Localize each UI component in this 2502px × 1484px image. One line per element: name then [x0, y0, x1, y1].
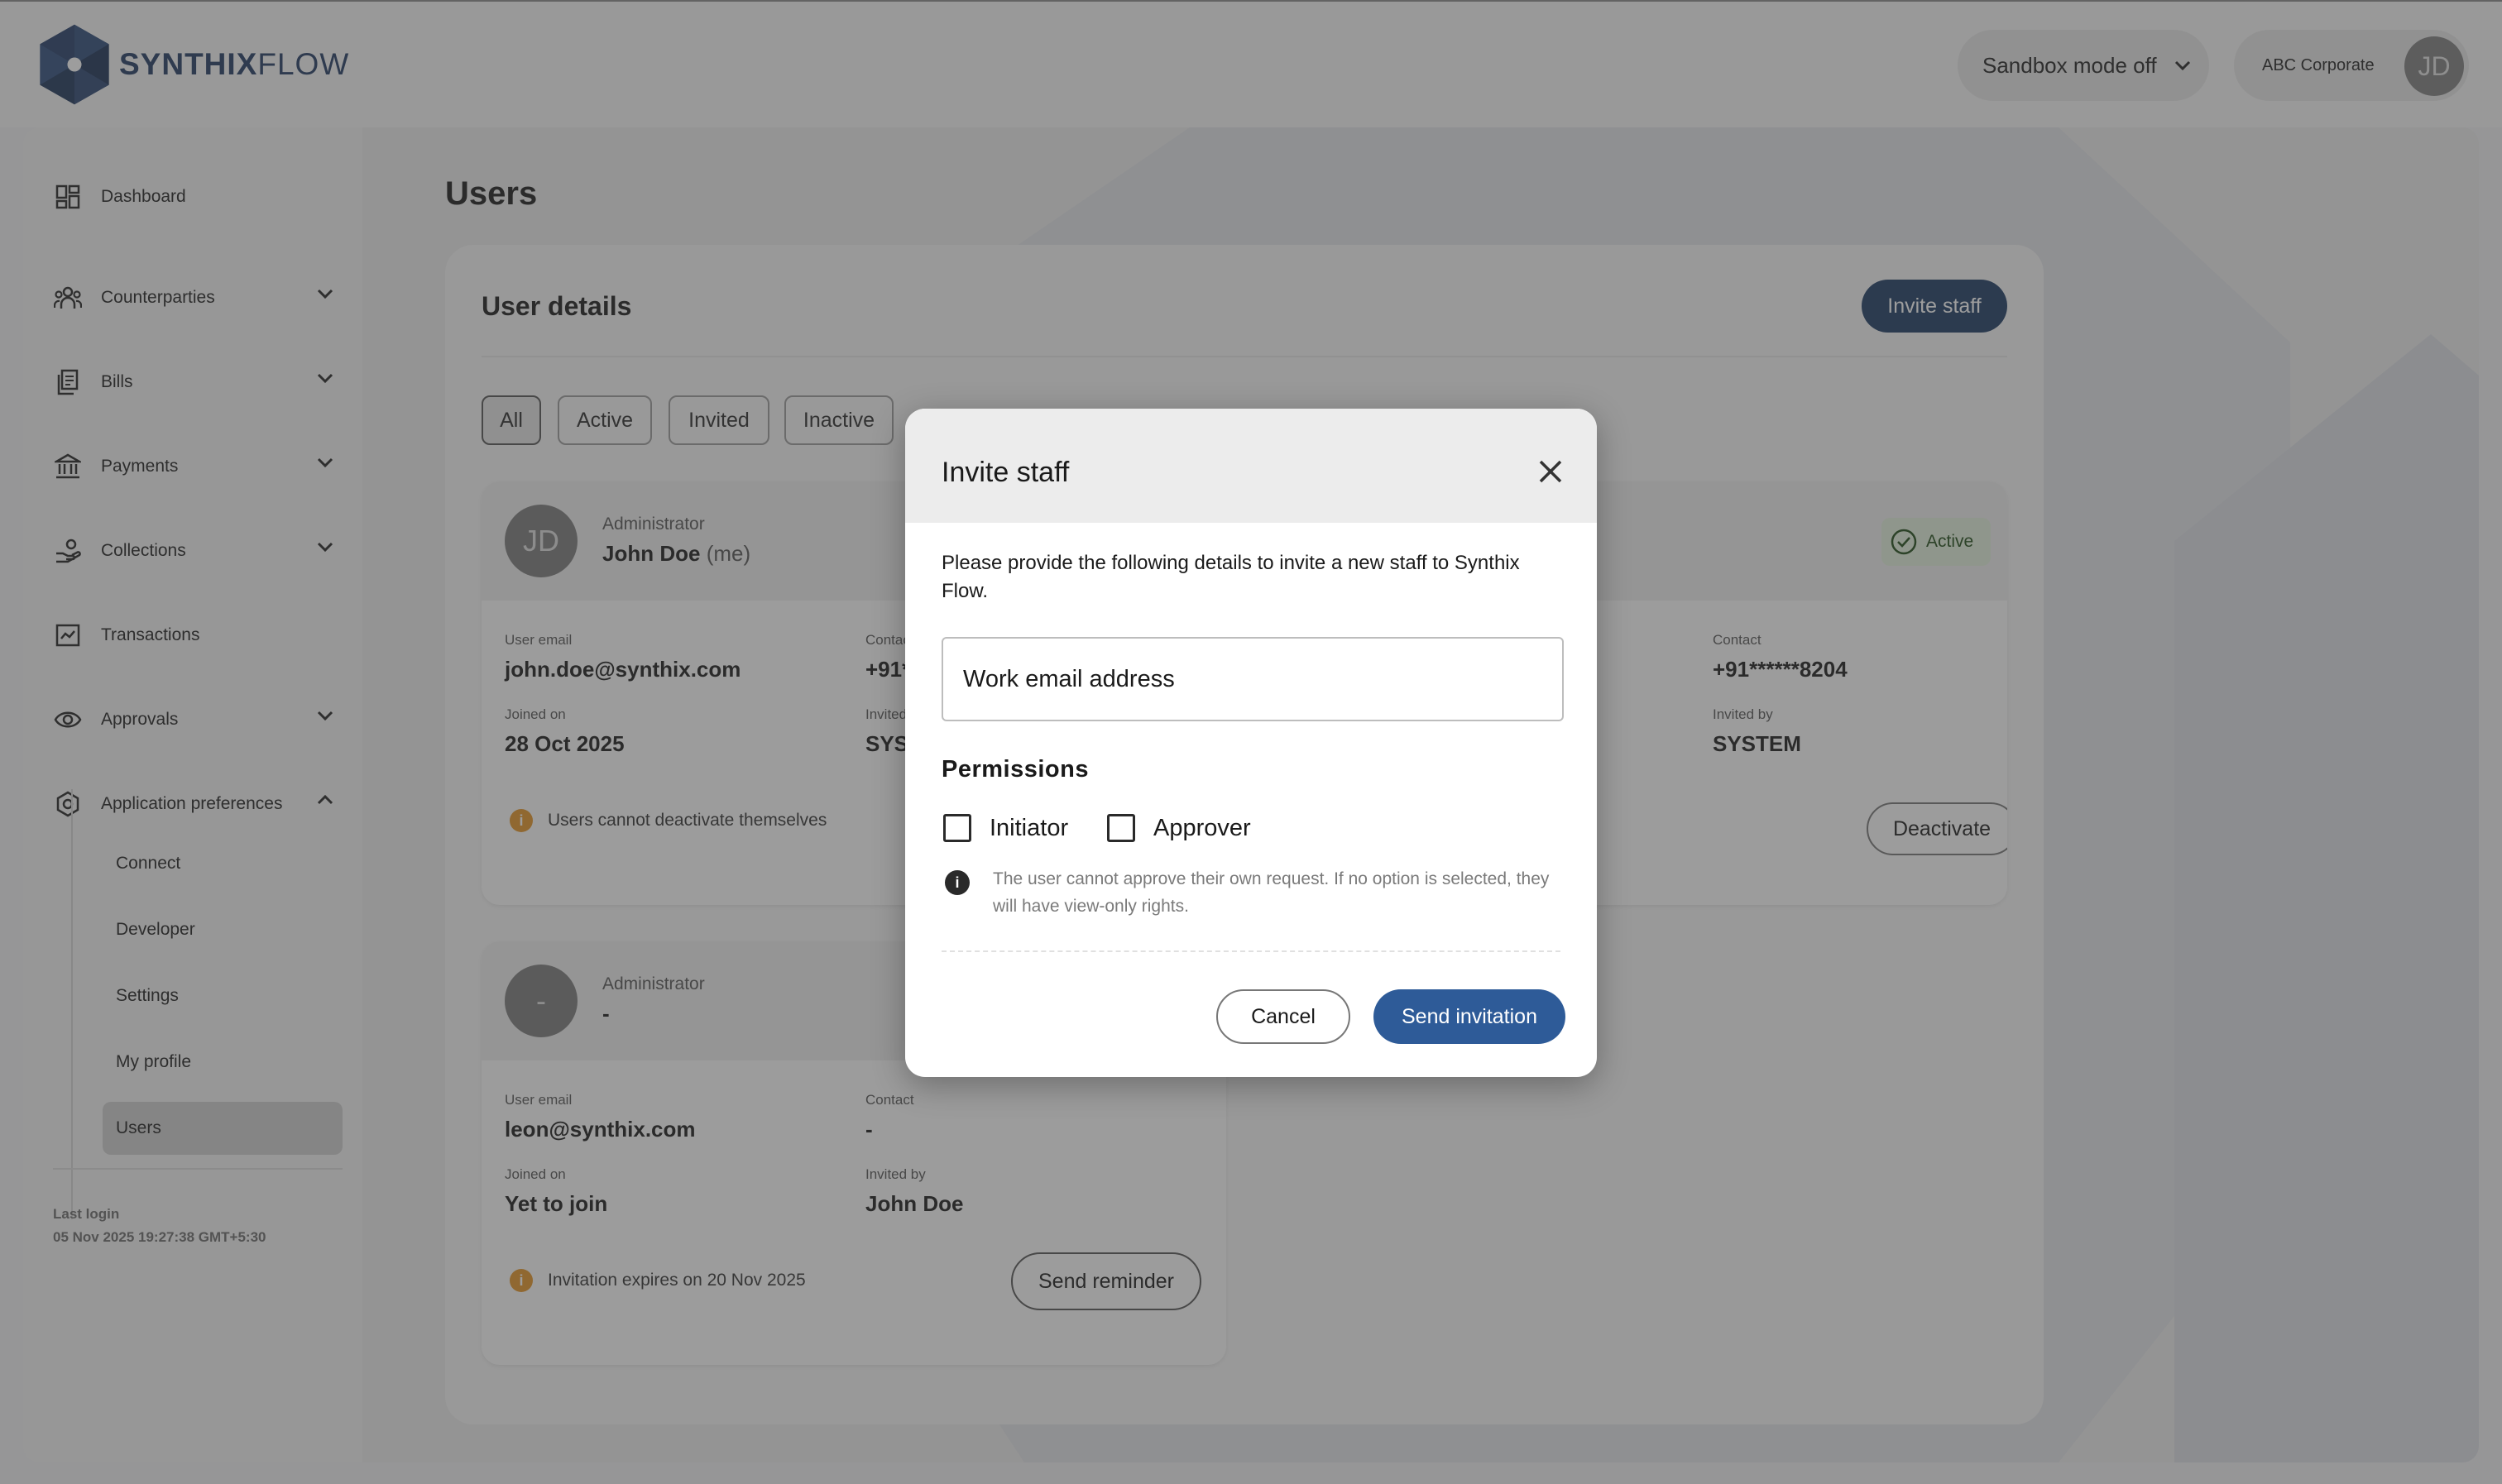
modal-divider [942, 950, 1560, 952]
permissions-info: i The user cannot approve their own requ… [945, 865, 1574, 920]
approver-checkbox[interactable] [1107, 814, 1135, 842]
cancel-button[interactable]: Cancel [1216, 989, 1350, 1044]
initiator-label: Initiator [990, 814, 1069, 841]
approver-checkbox-row[interactable]: Approver [1107, 814, 1251, 842]
modal-description: Please provide the following details to … [942, 552, 1520, 602]
permissions-info-text: The user cannot approve their own reques… [993, 869, 1550, 916]
permissions-heading: Permissions [942, 756, 1089, 783]
modal-title: Invite staff [942, 457, 1070, 488]
initiator-checkbox[interactable] [943, 814, 971, 842]
approver-label: Approver [1153, 814, 1251, 841]
close-icon[interactable] [1534, 455, 1567, 488]
invite-staff-modal: Invite staff Please provide the followin… [905, 409, 1597, 1077]
send-invitation-button[interactable]: Send invitation [1373, 989, 1565, 1044]
work-email-input[interactable] [942, 637, 1564, 721]
initiator-checkbox-row[interactable]: Initiator [943, 814, 1068, 842]
info-icon: i [945, 870, 970, 895]
